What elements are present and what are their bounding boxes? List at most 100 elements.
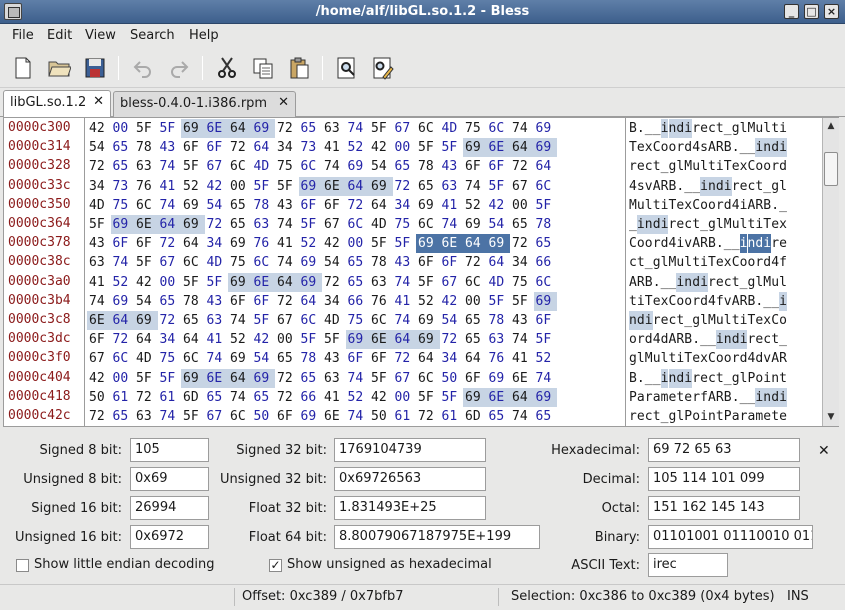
ascii-char[interactable]: B	[645, 273, 653, 292]
ascii-char[interactable]: d	[661, 330, 669, 349]
hex-byte[interactable]: 78	[416, 157, 440, 176]
ascii-char[interactable]: T	[724, 157, 732, 176]
ascii-char[interactable]: t	[771, 407, 779, 426]
hex-byte[interactable]: 75	[228, 253, 252, 272]
hex-byte[interactable]: 5F	[440, 138, 464, 157]
ascii-char[interactable]: l	[637, 349, 645, 368]
hex-byte[interactable]: 69	[345, 330, 369, 350]
hex-byte[interactable]: 74	[111, 253, 135, 272]
ascii-char[interactable]: M	[708, 311, 716, 330]
ascii-char[interactable]: T	[748, 311, 756, 330]
hex-byte[interactable]: 54	[252, 349, 276, 368]
ascii-char[interactable]: C	[732, 253, 740, 272]
hex-byte[interactable]: 54	[205, 196, 229, 215]
hex-byte[interactable]: 69	[111, 292, 135, 311]
hex-byte[interactable]: 74	[346, 119, 370, 138]
ascii-char[interactable]: i	[755, 138, 764, 158]
ascii-char[interactable]: o	[676, 292, 684, 311]
ascii-char[interactable]: g	[629, 349, 637, 368]
ascii-char[interactable]: m	[755, 407, 763, 426]
unsigned-hex-checkbox[interactable]: ✓	[269, 559, 282, 572]
hex-byte[interactable]: 6C	[252, 253, 276, 272]
ascii-char[interactable]: i	[676, 349, 684, 368]
ascii-char[interactable]: A	[669, 330, 677, 349]
hex-byte[interactable]: 5F	[134, 369, 158, 388]
close-conversion-icon[interactable]: ✕	[818, 443, 830, 459]
hex-byte[interactable]: 74	[158, 407, 182, 426]
hex-byte[interactable]: 67	[158, 253, 182, 272]
hex-byte[interactable]: 6F	[252, 292, 276, 311]
hex-byte[interactable]: 75	[463, 119, 487, 138]
hex-byte[interactable]: 43	[158, 138, 182, 157]
hex-byte[interactable]: 69	[416, 330, 440, 350]
ascii-char[interactable]: c	[645, 407, 653, 426]
ascii-char[interactable]: t	[748, 215, 756, 234]
ascii-char[interactable]: i	[700, 253, 708, 272]
hex-byte[interactable]: 61	[440, 407, 464, 426]
hex-byte[interactable]: 73	[299, 138, 323, 157]
hex-byte[interactable]: 52	[181, 177, 205, 196]
hex-byte[interactable]: 42	[322, 234, 346, 253]
ascii-char[interactable]: i	[684, 119, 693, 138]
hex-byte[interactable]: 34	[158, 330, 182, 349]
hex-byte[interactable]: 43	[393, 253, 417, 272]
ascii-char[interactable]: r	[771, 234, 779, 253]
hex-byte[interactable]: 6E	[204, 368, 228, 388]
hex-byte[interactable]: 52	[463, 196, 487, 215]
ascii-char[interactable]: n	[668, 368, 677, 388]
ascii-char[interactable]: o	[700, 196, 708, 215]
signed16-field[interactable]: 26994	[130, 496, 209, 520]
ascii-char[interactable]: c	[684, 215, 692, 234]
hex-byte[interactable]: 73	[111, 177, 135, 196]
ascii-char[interactable]: d	[740, 349, 748, 368]
ascii-char[interactable]: i	[739, 330, 748, 350]
hex-byte[interactable]: 74	[510, 330, 534, 349]
ascii-char[interactable]: u	[637, 196, 645, 215]
ascii-char[interactable]: t	[708, 157, 716, 176]
hex-byte[interactable]: 74	[158, 157, 182, 176]
hex-byte[interactable]: 6F	[534, 311, 558, 330]
ascii-char[interactable]: l	[740, 369, 748, 388]
ascii-char[interactable]: x	[700, 349, 708, 368]
hex-byte[interactable]: 75	[393, 215, 417, 234]
octal-field[interactable]: 151 162 145 143	[648, 496, 800, 520]
hex-byte[interactable]: 50	[252, 407, 276, 426]
hex-byte[interactable]: 5F	[534, 330, 558, 349]
hex-byte[interactable]: 67	[440, 273, 464, 292]
ascii-char[interactable]: r	[692, 292, 700, 311]
ascii-char[interactable]: i	[739, 234, 748, 254]
hex-byte[interactable]: 34	[275, 138, 299, 157]
ascii-char[interactable]: _	[724, 369, 732, 388]
ascii-char[interactable]: R	[716, 388, 724, 407]
ascii-char[interactable]: g	[732, 119, 740, 138]
ascii-char[interactable]: d	[755, 349, 763, 368]
ascii-char[interactable]: d	[724, 196, 732, 215]
ascii-char[interactable]: R	[661, 177, 669, 196]
hex-byte[interactable]: 78	[134, 138, 158, 157]
hex-byte[interactable]: 69	[369, 176, 393, 196]
ascii-char[interactable]: _	[645, 119, 653, 138]
hex-byte[interactable]: 69	[181, 119, 205, 138]
ascii-char[interactable]: l	[700, 157, 708, 176]
ascii-char[interactable]: A	[732, 292, 740, 311]
hex-byte[interactable]: 43	[322, 349, 346, 368]
hex-byte[interactable]: 63	[322, 119, 346, 138]
hex-byte[interactable]: 69	[298, 176, 322, 196]
ascii-char[interactable]: _	[740, 388, 748, 407]
hex-byte[interactable]: 52	[299, 234, 323, 253]
hex-byte[interactable]: 65	[111, 138, 135, 157]
ascii-char[interactable]: 4	[692, 138, 700, 157]
hex-byte[interactable]: 5F	[416, 273, 440, 292]
ascii-char[interactable]: _	[748, 138, 756, 157]
ascii-char[interactable]: g	[669, 157, 677, 176]
hex-byte[interactable]: 78	[252, 196, 276, 215]
hex-byte[interactable]: 4D	[252, 157, 276, 176]
ascii-char[interactable]: n	[644, 215, 653, 234]
hex-byte[interactable]: 6C	[181, 349, 205, 368]
hex-byte[interactable]: 63	[134, 157, 158, 176]
ascii-char[interactable]: T	[708, 253, 716, 272]
ascii-char[interactable]: r	[771, 157, 779, 176]
ascii-char[interactable]: o	[763, 157, 771, 176]
ascii-char[interactable]: _	[692, 177, 700, 196]
hex-byte[interactable]: 00	[158, 273, 182, 292]
